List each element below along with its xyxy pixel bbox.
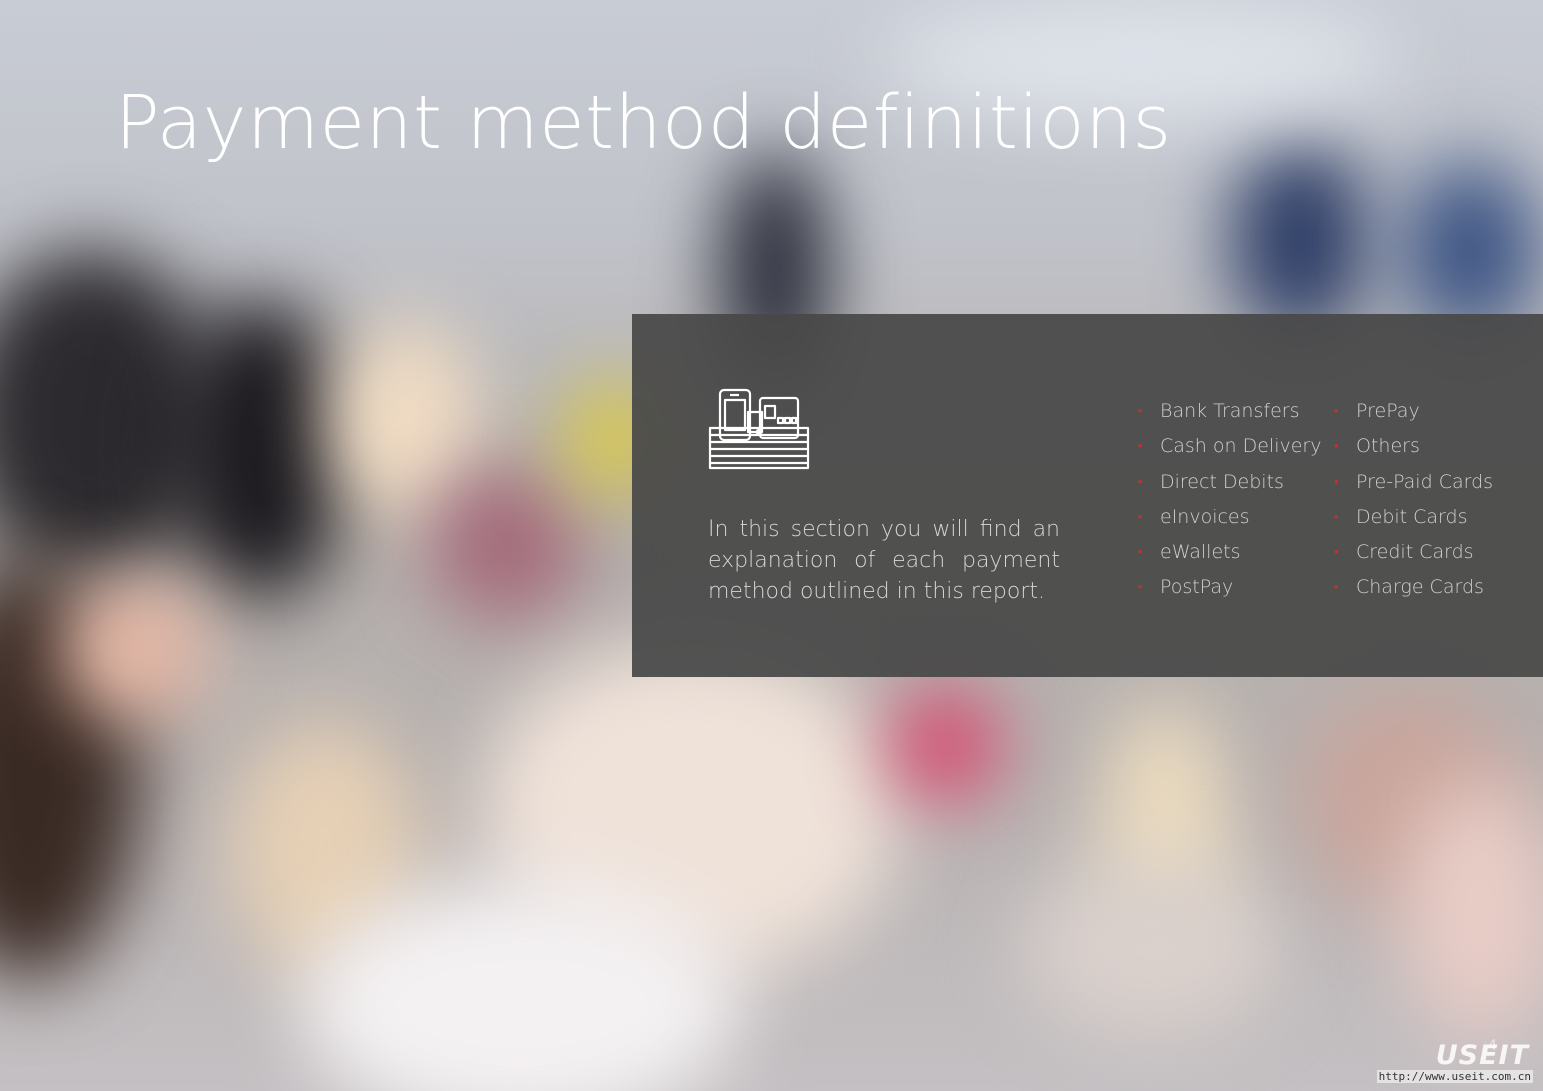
payment-methods-list-left: • Bank Transfers • Cash on Delivery • Direc… [1138, 400, 1321, 612]
bullet-icon: • [1334, 545, 1339, 561]
watermark-url: http://www.useit.com.cn [1376, 1070, 1533, 1083]
bullet-icon: • [1334, 509, 1339, 525]
list-item: • PrePay [1334, 400, 1420, 422]
list-item: • Bank Transfers [1138, 400, 1300, 422]
list-item: • eInvoices [1138, 505, 1250, 528]
bullet-icon: • [1334, 404, 1339, 419]
page-title: Payment method definitions [115, 80, 1172, 166]
info-panel: In this section you will find an explana… [632, 314, 1543, 677]
bullet-icon: • [1138, 509, 1143, 525]
bullet-icon: • [1334, 474, 1339, 490]
list-item: • Others [1334, 435, 1420, 458]
bullet-icon: • [1138, 580, 1143, 596]
list-item: • Direct Debits [1138, 470, 1284, 493]
list-item: • Credit Cards [1334, 541, 1474, 564]
payment-devices-icon [708, 388, 810, 470]
bullet-icon: • [1334, 439, 1339, 455]
list-item: • Debit Cards [1334, 505, 1468, 528]
watermark-logo: USEIT [1435, 1040, 1529, 1071]
bullet-icon: • [1334, 580, 1339, 596]
list-item: • eWallets [1138, 541, 1241, 564]
bullet-icon: • [1138, 439, 1143, 455]
list-item: • PostPay [1138, 576, 1234, 599]
bullet-icon: • [1138, 474, 1143, 490]
bullet-icon: • [1138, 404, 1143, 419]
list-item: • Pre-Paid Cards [1334, 470, 1494, 493]
list-item: • Charge Cards [1334, 576, 1484, 599]
list-item: • Cash on Delivery [1138, 435, 1322, 458]
payment-methods-list-right: • PrePay • Others • Pre-Paid Cards • Debit C… [1334, 400, 1493, 612]
section-intro: In this section you will find an explana… [708, 517, 1060, 604]
bullet-icon: • [1138, 545, 1143, 561]
